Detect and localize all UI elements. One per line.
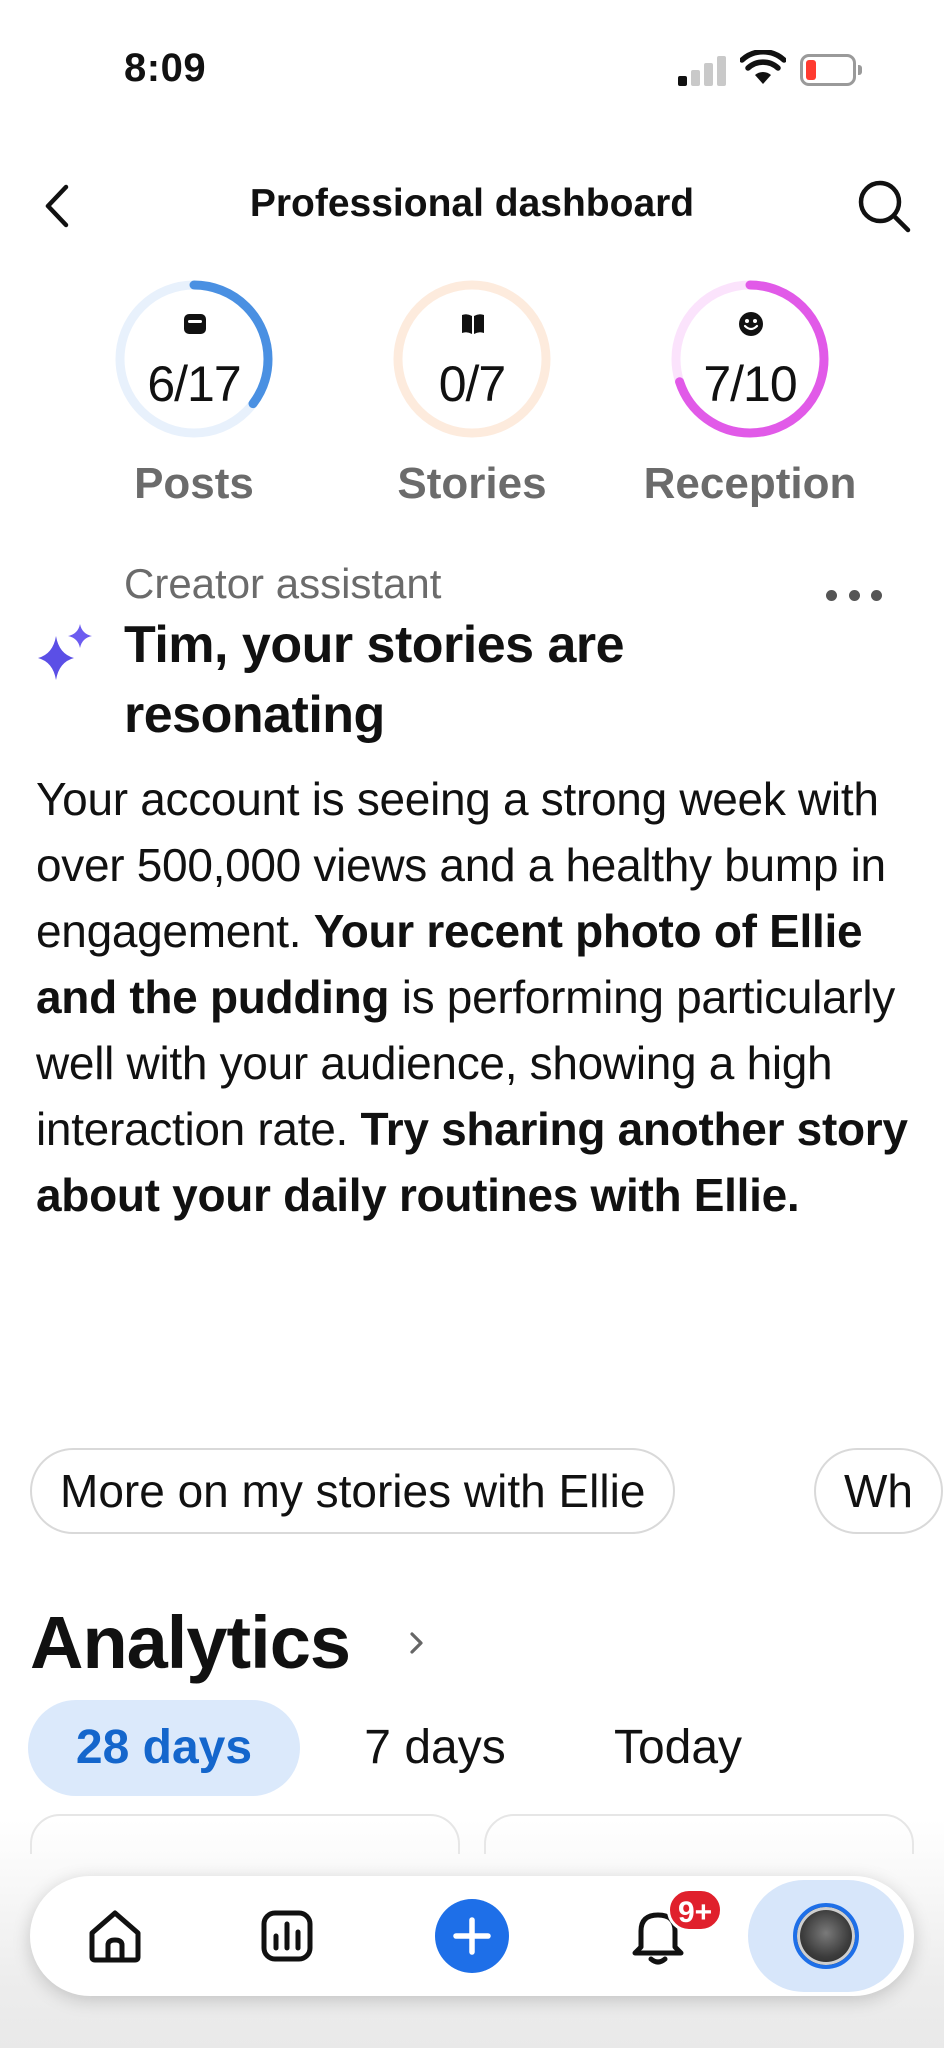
ring-posts[interactable]: 6/17 Posts: [84, 275, 304, 515]
date-range-tabs: 28 days 7 days Today: [28, 1700, 928, 1796]
bottom-nav: 9+: [30, 1876, 914, 1996]
smiley-icon: [739, 312, 763, 336]
cellular-signal-icon: [678, 56, 726, 86]
goal-rings: 6/17 Posts 0/7 Stories 7/10 Reception: [0, 275, 944, 515]
nav-home[interactable]: [50, 1876, 180, 1996]
status-bar: 8:09: [0, 0, 944, 120]
suggestion-chip[interactable]: Wh: [814, 1448, 943, 1534]
assistant-body: Your account is seeing a strong week wit…: [36, 766, 916, 1228]
ring-label: Stories: [397, 459, 547, 508]
tab-28-days[interactable]: 28 days: [28, 1700, 300, 1796]
battery-level: [806, 60, 816, 80]
more-options-button[interactable]: [826, 580, 882, 610]
status-time: 8:09: [124, 46, 207, 90]
plus-icon: [453, 1917, 491, 1955]
tab-7-days[interactable]: 7 days: [330, 1700, 540, 1796]
create-button[interactable]: [435, 1899, 509, 1973]
header: Professional dashboard: [0, 160, 944, 250]
ring-label: Reception: [643, 459, 857, 508]
wifi-icon: [740, 50, 786, 84]
analytics-title[interactable]: Analytics: [30, 1600, 351, 1685]
book-icon: [462, 314, 484, 334]
chevron-right-icon[interactable]: [406, 1626, 428, 1660]
nav-notifications[interactable]: 9+: [593, 1876, 724, 1996]
ring-stories[interactable]: 0/7 Stories: [362, 275, 582, 515]
sparkle-icon: [38, 624, 92, 680]
ring-value: 7/10: [703, 356, 797, 412]
ring-value: 6/17: [147, 356, 241, 412]
tab-today[interactable]: Today: [568, 1700, 788, 1796]
battery-icon: [800, 54, 862, 86]
page-title: Professional dashboard: [249, 182, 695, 225]
ring-reception[interactable]: 7/10 Reception: [640, 275, 860, 515]
nav-profile[interactable]: [748, 1880, 904, 1992]
home-icon: [89, 1910, 141, 1963]
nav-create[interactable]: [407, 1876, 537, 1996]
assistant-heading: Tim, your stories are resonating: [124, 616, 625, 744]
ring-value: 0/7: [438, 356, 507, 412]
assistant-kicker: Creator assistant: [124, 560, 442, 607]
notification-badge: 9+: [667, 1888, 724, 1932]
search-button[interactable]: [852, 174, 916, 238]
suggestion-chip[interactable]: More on my stories with Ellie: [30, 1448, 676, 1534]
post-icon: [184, 314, 206, 334]
ring-label: Posts: [134, 459, 254, 508]
nav-analytics[interactable]: [222, 1876, 352, 1996]
analytics-icon: [261, 1910, 313, 1962]
profile-avatar: [793, 1903, 859, 1969]
search-icon: [858, 180, 911, 233]
suggestion-chips: More on my stories with Ellie Wh: [0, 1448, 944, 1536]
